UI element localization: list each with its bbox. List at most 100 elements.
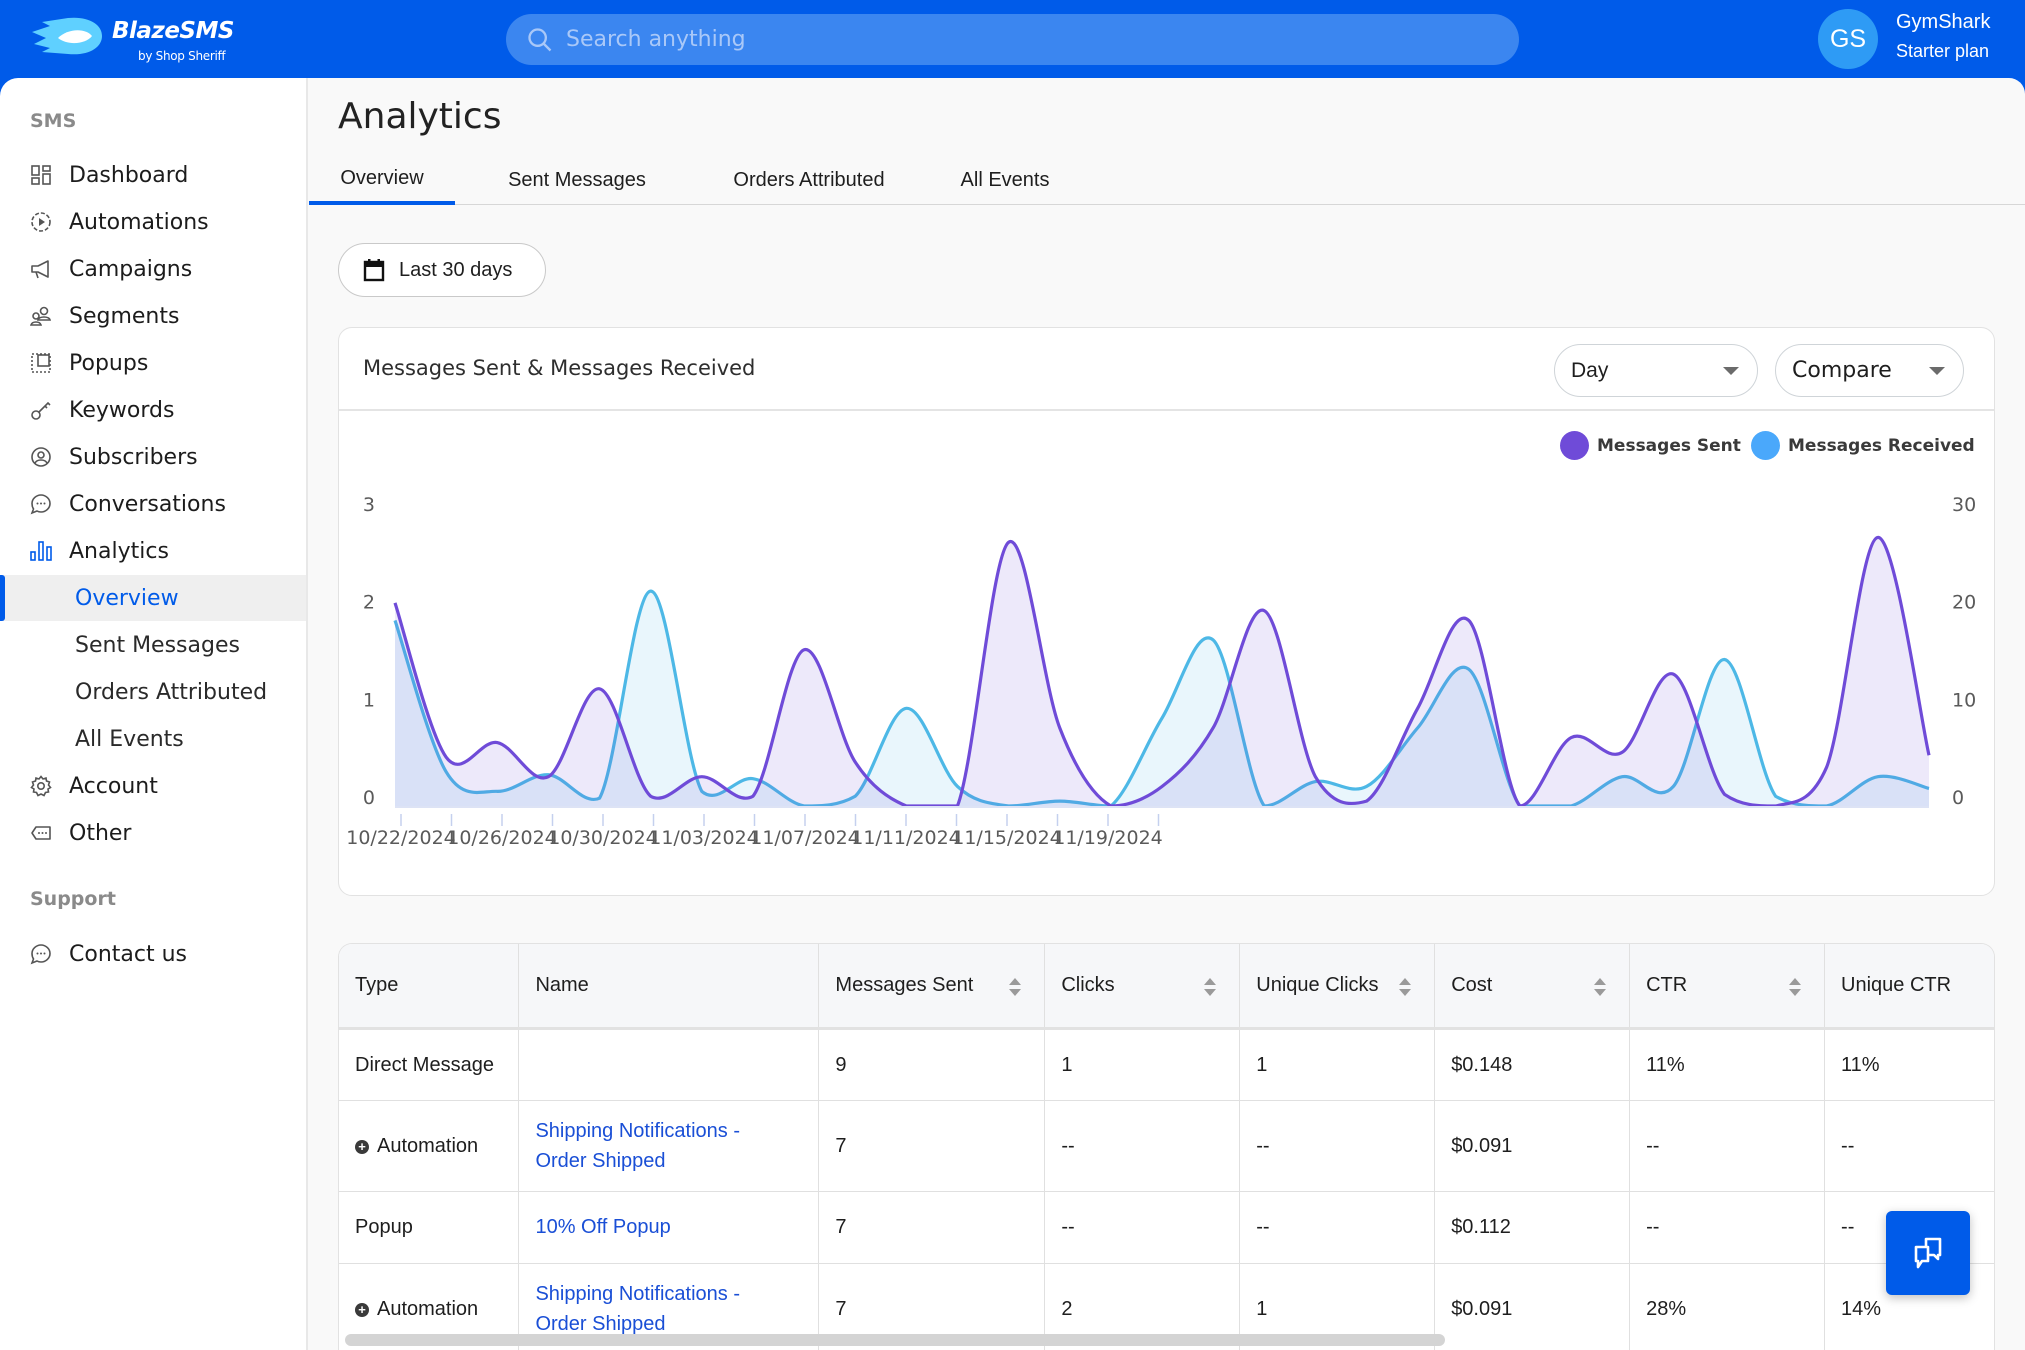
column-header-label: Unique Clicks [1256, 973, 1379, 996]
x-tick-label: 10/30/2024 [548, 827, 658, 849]
account-avatar[interactable]: GS [1818, 9, 1878, 69]
column-header[interactable]: Messages Sent [818, 944, 1046, 1030]
logo-rocket-icon [32, 17, 102, 55]
tab-orders-attributed[interactable]: Orders Attributed [709, 155, 909, 205]
sidebar-subitem-all-events[interactable]: All Events [0, 716, 306, 762]
sidebar-item-analytics[interactable]: Analytics [0, 528, 306, 574]
sort-icon[interactable] [1203, 976, 1217, 998]
sidebar-item-label: Campaigns [69, 256, 193, 282]
cell-name[interactable]: Shipping Notifications - Order Shipped [518, 1100, 820, 1192]
cell-name[interactable]: 10% Off Popup [518, 1191, 820, 1264]
column-header[interactable]: Cost [1434, 944, 1631, 1030]
expand-row-icon[interactable]: + [355, 1139, 369, 1154]
sidebar-subitem-orders-attributed[interactable]: Orders Attributed [0, 669, 306, 715]
interval-select[interactable]: Day [1554, 344, 1758, 397]
cell-value: 11% [1646, 1053, 1685, 1076]
sidebar-item-keywords[interactable]: Keywords [0, 387, 306, 433]
y-right-tick-label: 10 [1952, 689, 1976, 711]
tab-sent-messages[interactable]: Sent Messages [487, 155, 667, 205]
sort-icon[interactable] [1788, 976, 1802, 998]
tab-all-events[interactable]: All Events [945, 155, 1065, 205]
sort-icon[interactable] [1008, 976, 1022, 998]
column-header[interactable]: Unique Clicks [1239, 944, 1436, 1030]
sidebar-subitem-overview[interactable]: Overview [0, 575, 306, 621]
line-chart: 10/22/202410/26/202410/30/202411/03/2024… [346, 494, 1976, 849]
automation-icon [29, 210, 53, 234]
sidebar-item-label: Conversations [69, 491, 226, 517]
sidebar-item-subscribers[interactable]: Subscribers [0, 434, 306, 480]
cell-type: Direct Message [339, 1028, 520, 1101]
sidebar-item-segments[interactable]: Segments [0, 293, 306, 339]
x-tick-label: 11/03/2024 [649, 827, 759, 849]
caret-down-icon [1929, 367, 1945, 375]
search-input[interactable] [566, 27, 1466, 52]
y-right-tick-label: 0 [1952, 787, 1964, 809]
users-icon [29, 304, 53, 328]
cell-ctr: 28% [1629, 1263, 1826, 1350]
sidebar-item-other[interactable]: Other [0, 810, 306, 856]
y-left-tick-label: 1 [363, 689, 375, 711]
calendar-icon [363, 259, 385, 282]
cell-value: 1 [1256, 1297, 1268, 1320]
cell-value: 1 [1061, 1053, 1073, 1076]
cell-ctr: 11% [1629, 1028, 1826, 1101]
brand-name: BlazeSMS [112, 18, 234, 44]
tab-bar: Overview Sent Messages Orders Attributed… [309, 155, 2025, 205]
column-header[interactable]: Unique CTR [1824, 944, 1994, 1030]
expand-row-icon[interactable]: + [355, 1302, 369, 1317]
table-row: Direct Message 9 1 1 $0.148 11% 11% [339, 1028, 1994, 1101]
sidebar-item-conversations[interactable]: Conversations [0, 481, 306, 527]
sidebar-subitem-sent-messages[interactable]: Sent Messages [0, 622, 306, 668]
cell-unique-clicks: -- [1239, 1100, 1436, 1192]
y-left-tick-label: 3 [363, 494, 375, 516]
column-header[interactable]: Clicks [1044, 944, 1241, 1030]
column-header[interactable]: CTR [1629, 944, 1826, 1030]
sidebar-item-automations[interactable]: Automations [0, 199, 306, 245]
date-range-button[interactable]: Last 30 days [338, 243, 546, 297]
cell-clicks: 1 [1044, 1028, 1241, 1101]
cell-value: Automation [377, 1297, 479, 1320]
row-name-link[interactable]: 10% Off Popup [535, 1212, 765, 1242]
horizontal-scrollbar[interactable] [345, 1334, 1445, 1346]
sidebar-item-label: Analytics [69, 538, 169, 564]
column-header-label: Messages Sent [835, 973, 974, 996]
row-name-link[interactable]: Shipping Notifications - Order Shipped [535, 1116, 765, 1176]
account-name[interactable]: GymShark [1896, 11, 1990, 34]
caret-down-icon [1723, 367, 1739, 375]
sidebar-item-label: Popups [69, 350, 149, 376]
sidebar-section-support: Support [30, 888, 116, 910]
sort-icon[interactable] [1398, 976, 1412, 998]
cell-value: -- [1841, 1216, 1855, 1238]
interval-select-value: Day [1571, 358, 1609, 382]
y-right-tick-label: 20 [1952, 592, 1976, 614]
cell-value: 14% [1841, 1297, 1882, 1320]
cell-clicks: -- [1044, 1191, 1241, 1264]
bar-chart-icon [29, 539, 53, 563]
cell-value: -- [1061, 1216, 1075, 1238]
sidebar-item-account[interactable]: Account [0, 763, 306, 809]
chat-support-button[interactable] [1886, 1211, 1970, 1295]
cell-value: Direct Message [355, 1053, 494, 1076]
search-bar[interactable] [506, 14, 1519, 65]
cell-cost: $0.148 [1434, 1028, 1631, 1101]
row-name-link[interactable]: Shipping Notifications - Order Shipped [535, 1279, 765, 1339]
brand-subtitle: by Shop Sheriff [138, 49, 226, 63]
tag-icon [29, 821, 53, 845]
cell-value: -- [1841, 1134, 1855, 1157]
sidebar: SMS Dashboard Automations Campaigns Segm… [0, 78, 308, 1350]
sidebar-item-label: Automations [69, 209, 209, 235]
sidebar-item-campaigns[interactable]: Campaigns [0, 246, 306, 292]
compare-select[interactable]: Compare [1775, 344, 1964, 397]
sidebar-item-label: Keywords [69, 397, 175, 423]
sidebar-item-popups[interactable]: Popups [0, 340, 306, 386]
cell-value: 7 [835, 1134, 847, 1157]
tab-overview[interactable]: Overview [309, 155, 455, 205]
x-tick-label: 11/15/2024 [952, 827, 1062, 849]
cell-value: $0.148 [1451, 1053, 1513, 1076]
table-row: Popup 10% Off Popup 7 -- -- $0.112 -- -- [339, 1191, 1994, 1264]
table-header-row: Type Name Messages Sent Clicks Unique Clicks… [339, 944, 1994, 1030]
sidebar-item-contact-us[interactable]: Contact us [0, 931, 306, 977]
sort-icon[interactable] [1593, 976, 1607, 998]
sidebar-item-dashboard[interactable]: Dashboard [0, 152, 306, 198]
user-circle-icon [29, 445, 53, 469]
